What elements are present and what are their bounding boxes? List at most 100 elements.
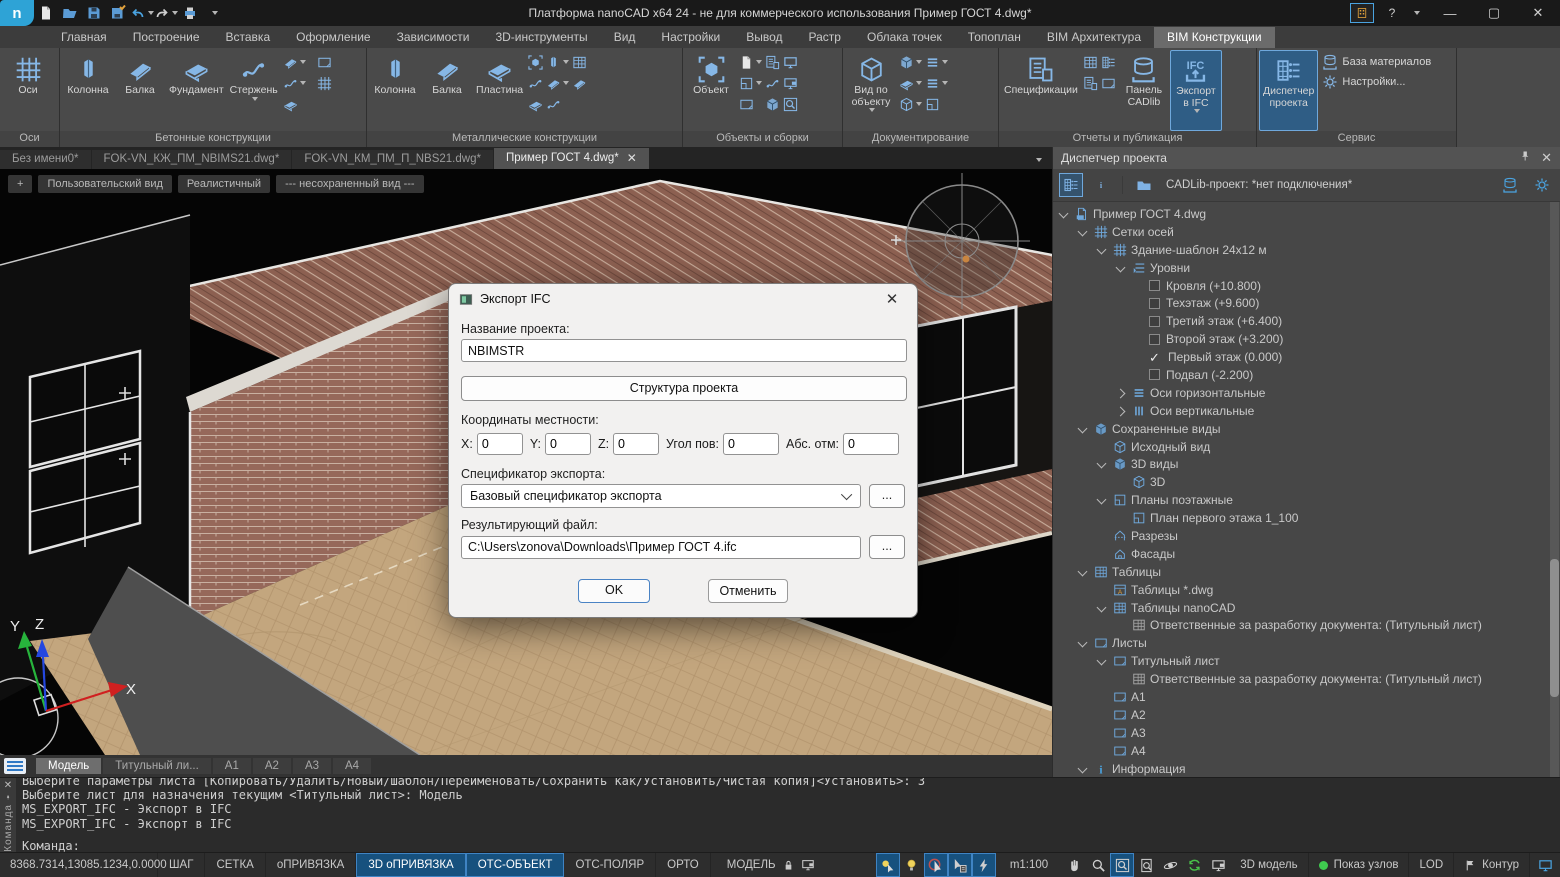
lighting-toggle-icon[interactable]: [900, 853, 924, 877]
document-tab-пример-гост-4-dwg-[interactable]: Пример ГОСТ 4.dwg*✕: [494, 148, 649, 169]
open-file-button[interactable]: [58, 2, 82, 24]
new-file-button[interactable]: [34, 2, 58, 24]
layout-list-icon[interactable]: [4, 758, 26, 774]
tree-item[interactable]: Листы: [1053, 634, 1560, 652]
undo-button[interactable]: [130, 2, 154, 24]
chevron-down-icon[interactable]: [1095, 656, 1108, 666]
metal-link-icon[interactable]: [546, 95, 569, 113]
tree-item[interactable]: Таблицы: [1053, 563, 1560, 581]
tree-item[interactable]: Сетки осей: [1053, 223, 1560, 241]
chevron-down-icon[interactable]: [1076, 567, 1089, 577]
project-structure-view-button[interactable]: [1059, 173, 1083, 197]
coord-input[interactable]: [843, 433, 899, 455]
file-browse-button[interactable]: ...: [869, 535, 905, 559]
tree-scrollbar-thumb[interactable]: [1550, 559, 1559, 697]
chevron-down-icon[interactable]: [1095, 495, 1108, 505]
ribbon-button-балка[interactable]: Балка: [421, 50, 473, 131]
object-monitor-icon[interactable]: [783, 53, 798, 71]
toggle-сетка[interactable]: СЕТКА: [205, 853, 265, 877]
ribbon-button-оси[interactable]: Оси: [2, 50, 54, 131]
zoom-document-tool-icon[interactable]: [1134, 853, 1158, 877]
viewport-lock-icon[interactable]: [1206, 853, 1230, 877]
metal-hbeam-icon[interactable]: [572, 53, 587, 71]
chevron-right-icon[interactable]: [1114, 388, 1127, 398]
coord-input[interactable]: [723, 433, 779, 455]
ribbon-tab-топоплан[interactable]: Топоплан: [955, 27, 1034, 48]
level-checkbox[interactable]: [1149, 298, 1160, 309]
visual-style-button[interactable]: 3D модель: [1230, 853, 1308, 877]
result-file-input[interactable]: [461, 536, 861, 559]
tree-item[interactable]: Кровля (+10.800): [1053, 277, 1560, 295]
tree-item[interactable]: Титульный лист: [1053, 652, 1560, 670]
ribbon-tab-вид[interactable]: Вид: [601, 27, 649, 48]
coord-input[interactable]: [613, 433, 659, 455]
tree-item[interactable]: Оси вертикальные: [1053, 402, 1560, 420]
tree-item[interactable]: Уровни: [1053, 259, 1560, 277]
object-monitor-view-icon[interactable]: [783, 95, 798, 113]
tree-item[interactable]: ✓Первый этаж (0.000): [1053, 348, 1560, 366]
orbit-tool-icon[interactable]: [1158, 853, 1182, 877]
pan-tool-icon[interactable]: [1062, 853, 1086, 877]
viewport-view-button[interactable]: Пользовательский вид: [38, 175, 171, 193]
object-page-icon[interactable]: [739, 53, 762, 71]
command-history[interactable]: Выберите параметры листа [Копировать/Уда…: [16, 778, 1560, 852]
object-add-icon[interactable]: [739, 95, 762, 113]
layout-tab-a1[interactable]: A1: [213, 758, 251, 774]
tree-item[interactable]: A4: [1053, 742, 1560, 760]
pin-icon[interactable]: [1519, 150, 1531, 162]
cadlib-sync-button[interactable]: [1498, 173, 1522, 197]
dialog-title-bar[interactable]: Экспорт IFC ✕: [449, 284, 917, 314]
help-button[interactable]: ?: [1380, 2, 1404, 24]
ribbon-button-балка[interactable]: Балка: [114, 50, 166, 131]
level-checkbox[interactable]: [1149, 316, 1160, 327]
save-button[interactable]: [82, 2, 106, 24]
document-list-chevron-icon[interactable]: [1034, 152, 1042, 169]
ribbon-button-стержень[interactable]: Стержень: [227, 50, 281, 131]
cancel-button[interactable]: Отменить: [708, 579, 788, 603]
quick-access-more-button[interactable]: [202, 2, 226, 24]
tree-item[interactable]: Таблицы nanoCAD: [1053, 599, 1560, 617]
toggle-отс-поляр[interactable]: ОТС-ПОЛЯР: [564, 853, 656, 877]
layout-tab-a3[interactable]: A3: [293, 758, 331, 774]
doc-layers-icon[interactable]: [899, 53, 922, 71]
ribbon-button-колонна[interactable]: Колонна: [62, 50, 114, 131]
tree-item[interactable]: Таблицы *.dwg: [1053, 581, 1560, 599]
quick-properties-toggle-icon[interactable]: [972, 853, 996, 877]
redo-button[interactable]: [154, 2, 178, 24]
ribbon-button-диспетчер-проекта[interactable]: Диспетчер проекта: [1259, 50, 1318, 131]
object-copy-icon[interactable]: [765, 53, 780, 71]
print-button[interactable]: [178, 2, 202, 24]
concrete-plate-icon[interactable]: [317, 53, 332, 71]
chevron-down-icon[interactable]: [1095, 459, 1108, 469]
report-doc-tree-icon[interactable]: [1101, 74, 1116, 92]
project-structure-button[interactable]: Структура проекта: [461, 376, 907, 401]
service-item-настройки-[interactable]: Настройки...: [1322, 74, 1431, 90]
ribbon-button-колонна[interactable]: Колонна: [369, 50, 421, 131]
doc-dim-icon[interactable]: [925, 53, 948, 71]
tree-item[interactable]: 3D: [1053, 473, 1560, 491]
chevron-down-icon[interactable]: [1076, 424, 1089, 434]
ribbon-tab-главная[interactable]: Главная: [48, 27, 120, 48]
ribbon-button-вид-по-объекту[interactable]: Вид по объекту: [845, 50, 897, 131]
toggle-опривязка[interactable]: оПРИВЯЗКА: [266, 853, 357, 877]
object-monitor-add-icon[interactable]: [783, 74, 798, 92]
open-project-folder-icon[interactable]: [1132, 173, 1156, 197]
toggle-шаг[interactable]: ШАГ: [158, 853, 205, 877]
service-item-база-материалов[interactable]: База материалов: [1322, 54, 1431, 70]
toggle-орто[interactable]: ОРТО: [656, 853, 711, 877]
metal-weld-icon[interactable]: [546, 74, 569, 92]
export-spec-select[interactable]: Базовый спецификатор экспорта: [461, 484, 861, 508]
chevron-down-icon[interactable]: [1057, 209, 1070, 219]
doc-dim2-icon[interactable]: [925, 74, 948, 92]
level-checkbox[interactable]: [1149, 280, 1160, 291]
document-tab-fok-vn-км-пм-п-nbs21-dwg-[interactable]: FOK-VN_КМ_ПМ_П_NBS21.dwg*: [292, 150, 493, 169]
tree-item[interactable]: Подвал (-2.200): [1053, 366, 1560, 384]
nanocad-logo-icon[interactable]: n: [0, 0, 34, 26]
ribbon-tab-bim-архитектура[interactable]: BIM Архитектура: [1034, 27, 1154, 48]
metal-node-icon[interactable]: [546, 53, 569, 71]
project-name-input[interactable]: [461, 339, 907, 362]
command-prompt[interactable]: Команда:: [22, 839, 1554, 852]
metal-m2-icon[interactable]: [572, 74, 587, 92]
layout-tab-a2[interactable]: A2: [253, 758, 291, 774]
toggle-3d-опривязка[interactable]: 3D оПРИВЯЗКА: [356, 853, 465, 877]
